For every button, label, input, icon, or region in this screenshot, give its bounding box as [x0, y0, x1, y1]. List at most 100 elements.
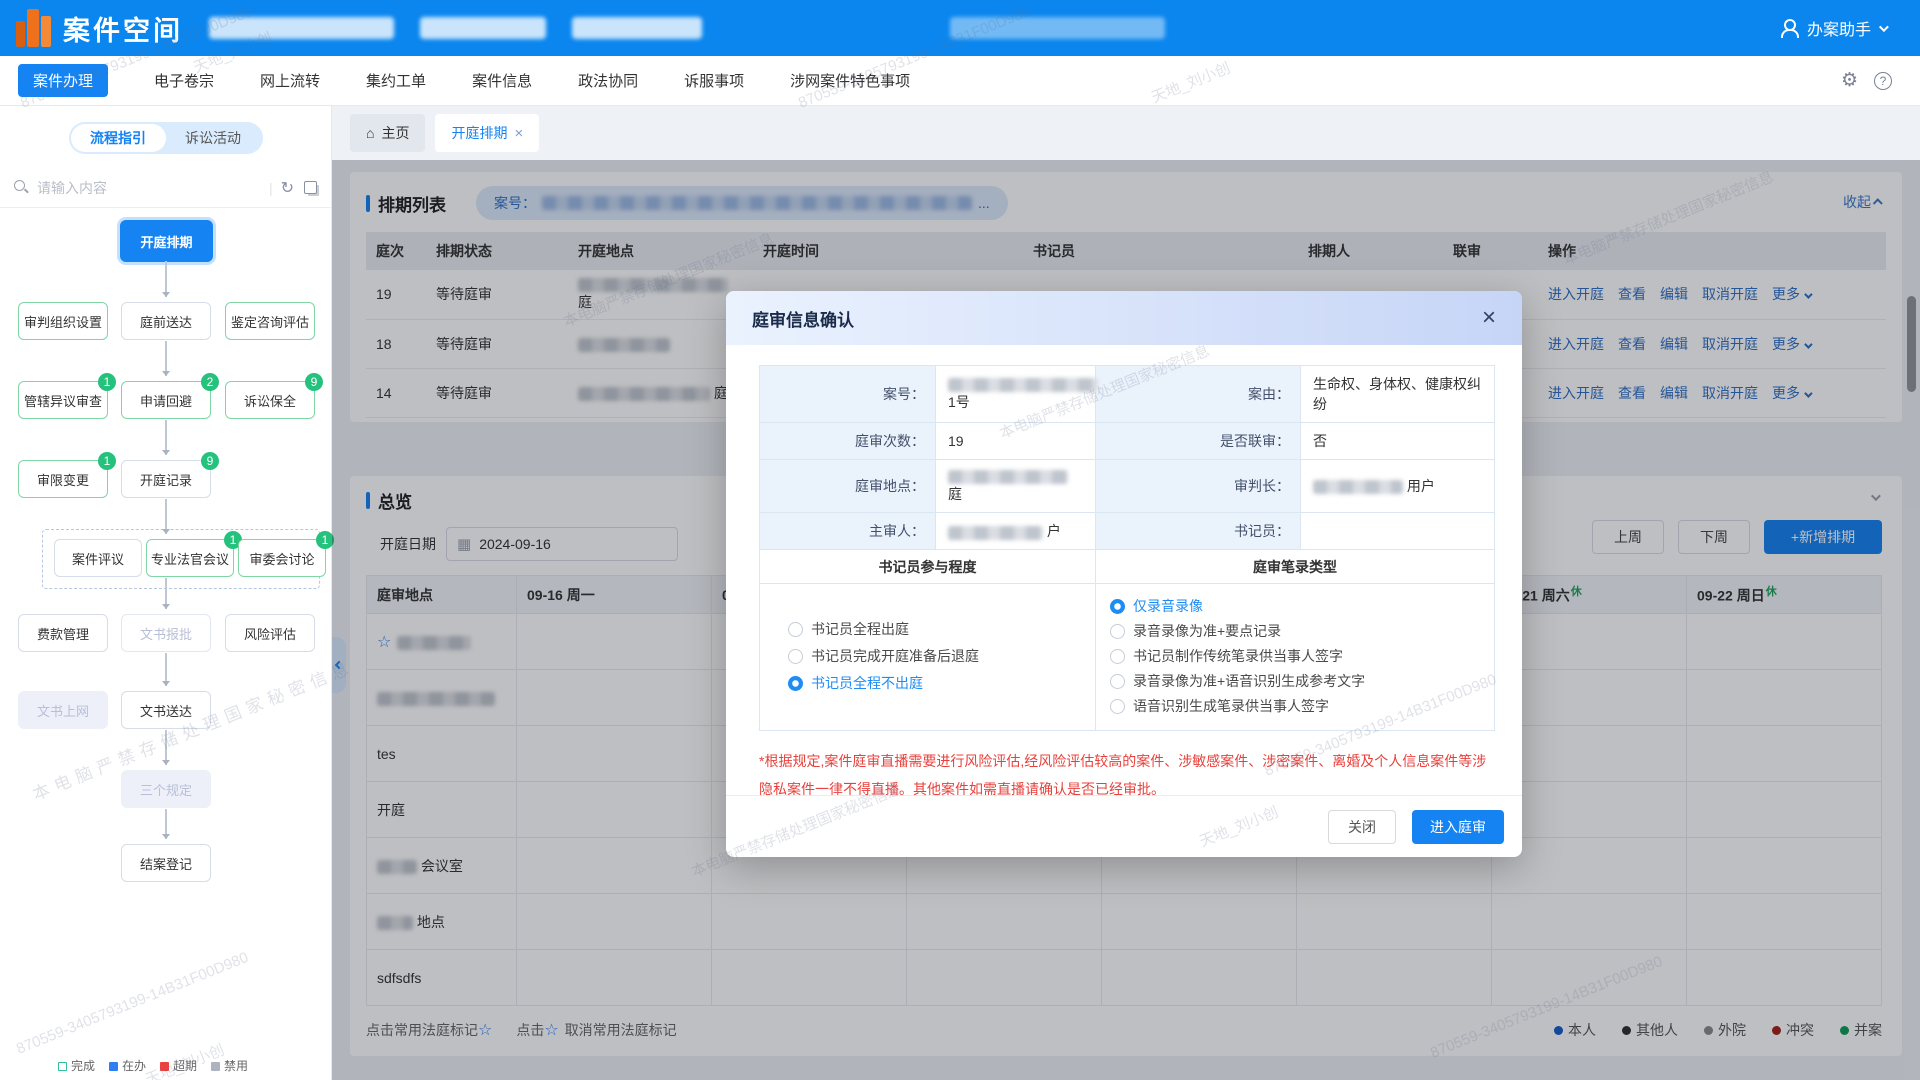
radio-option-录音录像为准+语音识别生成参考文字[interactable]: 录音录像为准+语音识别生成参考文字	[1110, 671, 1494, 691]
radio-icon	[1110, 624, 1125, 639]
enter-hearing-button[interactable]: 进入庭审	[1412, 810, 1504, 844]
field-value: 用户	[1301, 460, 1495, 513]
user-menu[interactable]: 办案助手	[1779, 0, 1886, 56]
process-flowchart: 开庭排期审判组织设置庭前送达鉴定咨询评估管辖异议审查1 申请回避2 诉讼保全9 审限变…	[0, 196, 332, 916]
flow-node-文书上网[interactable]: 文书上网	[18, 691, 108, 729]
nav-item-3[interactable]: 集约工单	[366, 70, 426, 91]
radio-icon	[788, 622, 803, 637]
redacted-text	[1313, 480, 1403, 494]
flow-node-费款管理[interactable]: 费款管理	[18, 614, 108, 652]
radio-option-书记员全程出庭[interactable]: 书记员全程出庭	[788, 618, 1095, 640]
close-button[interactable]: 关闭	[1328, 810, 1396, 844]
radio-icon	[1110, 674, 1125, 689]
nav-item-4[interactable]: 案件信息	[472, 70, 532, 91]
user-icon	[1779, 18, 1799, 38]
record-type-header: 庭审笔录类型	[1096, 550, 1495, 584]
flow-node-审委会讨论[interactable]: 审委会讨论1	[238, 539, 326, 577]
redacted-header-text	[572, 17, 702, 39]
info-row: 庭审地点： 庭审判长： 用户	[760, 460, 1495, 513]
field-value: 庭	[936, 460, 1096, 513]
app-logo-icon	[16, 9, 51, 47]
redacted-text	[948, 526, 1043, 540]
search-placeholder: 请输入内容	[37, 178, 261, 198]
assistant-label: 办案助手	[1807, 16, 1871, 40]
flow-status-legend: 完成在办超期禁用	[58, 1057, 248, 1074]
chevron-down-icon	[1879, 22, 1889, 32]
flow-node-专业法官会议[interactable]: 专业法官会议1	[146, 539, 234, 577]
count-badge: 9	[305, 373, 323, 391]
record-type-options: 仅录音录像录音录像为准+要点记录书记员制作传统笔录供当事人签字录音录像为准+语音…	[1096, 584, 1495, 731]
field-label: 案号：	[760, 366, 936, 423]
flow-node-诉讼保全[interactable]: 诉讼保全9	[225, 381, 315, 419]
flow-node-结案登记[interactable]: 结案登记	[121, 844, 211, 882]
nav-item-6[interactable]: 诉服事项	[684, 70, 744, 91]
help-icon[interactable]: ?	[1874, 72, 1892, 90]
flow-node-管辖异议审查[interactable]: 管辖异议审查1	[18, 381, 108, 419]
radio-icon	[788, 676, 803, 691]
tab-court-schedule[interactable]: 开庭排期 ×	[435, 114, 539, 152]
radio-option-书记员完成开庭准备后退庭[interactable]: 书记员完成开庭准备后退庭	[788, 645, 1095, 667]
radio-option-录音录像为准+要点记录[interactable]: 录音录像为准+要点记录	[1110, 621, 1494, 641]
modal-title: 庭审信息确认	[752, 306, 854, 331]
radio-icon	[1110, 699, 1125, 714]
nav-item-1[interactable]: 电子卷宗	[154, 70, 214, 91]
search-icon	[14, 180, 29, 195]
nav-item-7[interactable]: 涉网案件特色事项	[790, 70, 910, 91]
flow-node-鉴定咨询评估[interactable]: 鉴定咨询评估	[225, 302, 315, 340]
flow-node-文书报批[interactable]: 文书报批	[121, 614, 211, 652]
tab-process-guide[interactable]: 流程指引	[71, 124, 166, 152]
flow-node-三个规定[interactable]: 三个规定	[121, 770, 211, 808]
radio-label: 语音识别生成笔录供当事人签字	[1133, 696, 1329, 716]
tab-home[interactable]: ⌂ 主页	[350, 114, 425, 152]
field-label: 书记员：	[1096, 513, 1301, 550]
radio-icon	[1110, 649, 1125, 664]
legend-item-完成: 完成	[58, 1057, 95, 1074]
layers-icon[interactable]	[304, 181, 317, 194]
gear-icon[interactable]: ⚙	[1841, 69, 1858, 92]
flow-node-开庭记录[interactable]: 开庭记录9	[121, 460, 211, 498]
flow-node-开庭排期[interactable]: 开庭排期	[120, 220, 213, 262]
flow-node-庭前送达[interactable]: 庭前送达	[121, 302, 211, 340]
field-value	[1301, 513, 1495, 550]
app-root: 案件空间 办案助手 案件办理电子卷宗网上流转集约工单案件信息政法协同诉服事项涉网…	[0, 0, 1920, 1080]
radio-icon	[788, 649, 803, 664]
redacted-header-text	[209, 17, 394, 39]
flow-arrow-down-icon	[165, 809, 167, 839]
info-row: 庭审次数：19是否联审：否	[760, 423, 1495, 460]
radio-label: 书记员完成开庭准备后退庭	[811, 646, 979, 666]
nav-item-0[interactable]: 案件办理	[18, 64, 108, 97]
radio-label: 书记员全程不出庭	[811, 673, 923, 693]
field-label: 案由：	[1096, 366, 1301, 423]
divider: |	[269, 180, 273, 196]
radio-option-语音识别生成笔录供当事人签字[interactable]: 语音识别生成笔录供当事人签字	[1110, 696, 1494, 716]
flow-node-风险评估[interactable]: 风险评估	[225, 614, 315, 652]
flow-node-案件评议[interactable]: 案件评议	[54, 539, 142, 577]
field-value: 19	[936, 423, 1096, 460]
flow-node-文书送达[interactable]: 文书送达	[121, 691, 211, 729]
flow-arrow-down-icon	[165, 499, 167, 534]
flow-node-审限变更[interactable]: 审限变更1	[18, 460, 108, 498]
close-tab-icon[interactable]: ×	[514, 125, 523, 142]
tab-home-label: 主页	[381, 123, 409, 143]
hearing-confirm-modal: 庭审信息确认 × 案号： 1号案由：生命权、身体权、健康权纠纷庭审次数：19是否…	[726, 291, 1522, 857]
radio-icon	[1110, 599, 1125, 614]
radio-option-书记员全程不出庭[interactable]: 书记员全程不出庭	[788, 672, 1095, 694]
nav-item-5[interactable]: 政法协同	[578, 70, 638, 91]
nav-item-2[interactable]: 网上流转	[260, 70, 320, 91]
modal-header: 庭审信息确认 ×	[726, 291, 1522, 345]
legend-item-超期: 超期	[160, 1057, 197, 1074]
flow-node-申请回避[interactable]: 申请回避2	[121, 381, 211, 419]
flow-node-审判组织设置[interactable]: 审判组织设置	[18, 302, 108, 340]
legend-item-在办: 在办	[109, 1057, 146, 1074]
refresh-icon[interactable]: ↻	[281, 178, 294, 198]
flow-arrow-down-icon	[165, 730, 167, 765]
field-label: 审判长：	[1096, 460, 1301, 513]
field-value: 1号	[936, 366, 1096, 423]
radio-option-仅录音录像[interactable]: 仅录音录像	[1110, 596, 1494, 616]
close-icon[interactable]: ×	[1482, 306, 1496, 330]
radio-option-书记员制作传统笔录供当事人签字[interactable]: 书记员制作传统笔录供当事人签字	[1110, 646, 1494, 666]
redacted-header-text	[420, 17, 546, 39]
modal-footer: 关闭 进入庭审	[726, 795, 1522, 857]
flow-arrow-down-icon	[165, 261, 167, 297]
tab-litigation-activity[interactable]: 诉讼活动	[166, 124, 261, 152]
